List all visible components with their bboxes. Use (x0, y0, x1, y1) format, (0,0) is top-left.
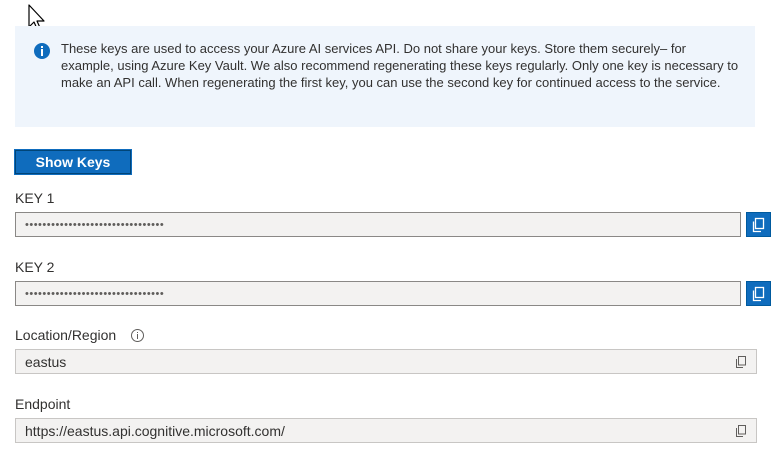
location-label: Location/Region (15, 327, 117, 343)
key1-value: •••••••••••••••••••••••••••••••• (25, 218, 165, 231)
show-keys-button[interactable]: Show Keys (14, 149, 132, 175)
copy-key2-button[interactable] (746, 281, 771, 306)
info-banner: These keys are used to access your Azure… (15, 26, 755, 127)
key1-label: KEY 1 (15, 190, 55, 206)
copy-icon[interactable] (734, 424, 748, 438)
endpoint-field[interactable]: https://eastus.api.cognitive.microsoft.c… (15, 418, 757, 443)
location-field[interactable]: eastus (15, 349, 757, 374)
endpoint-value: https://eastus.api.cognitive.microsoft.c… (25, 422, 285, 439)
copy-icon (752, 217, 765, 232)
info-icon (34, 43, 50, 59)
copy-key1-button[interactable] (746, 212, 771, 237)
location-value: eastus (25, 353, 67, 370)
copy-icon (752, 286, 765, 301)
info-message: These keys are used to access your Azure… (61, 41, 739, 90)
key2-field[interactable]: •••••••••••••••••••••••••••••••• (15, 281, 741, 306)
key2-label: KEY 2 (15, 259, 55, 275)
location-info-icon[interactable] (131, 329, 144, 342)
endpoint-label: Endpoint (15, 396, 71, 412)
key2-value: •••••••••••••••••••••••••••••••• (25, 287, 165, 300)
key1-field[interactable]: •••••••••••••••••••••••••••••••• (15, 212, 741, 237)
copy-icon[interactable] (734, 355, 748, 369)
